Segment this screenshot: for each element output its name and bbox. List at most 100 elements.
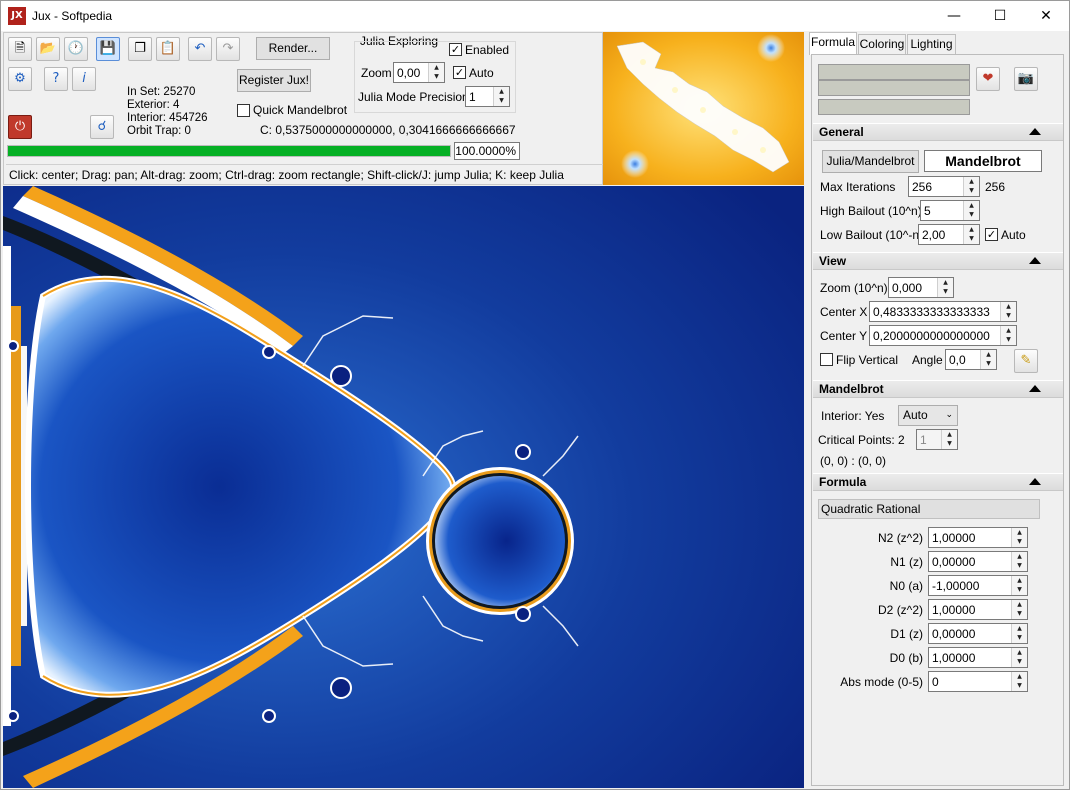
- spin-up-icon[interactable]: ▲: [964, 177, 979, 186]
- close-button[interactable]: ✕: [1023, 1, 1069, 31]
- collapse-icon[interactable]: [1029, 128, 1041, 135]
- formula-param-spinner[interactable]: 0 ▲ ▼: [928, 671, 1028, 692]
- high-bailout-spinner[interactable]: 5 ▲ ▼: [920, 200, 980, 221]
- julia-enabled-checkbox[interactable]: ✓: [449, 43, 462, 56]
- spin-up-icon[interactable]: ▲: [942, 430, 957, 439]
- spin-up-icon[interactable]: ▲: [1012, 552, 1027, 561]
- max-iterations-spinner[interactable]: 256 ▲ ▼: [908, 176, 980, 197]
- spin-arrows[interactable]: ▲ ▼: [1011, 624, 1027, 643]
- favorite-eye-icon[interactable]: ❤: [976, 67, 1000, 91]
- spin-arrows[interactable]: ▲ ▼: [1011, 648, 1027, 667]
- spin-down-icon[interactable]: ▼: [1012, 657, 1027, 666]
- center-y-spinner[interactable]: 0,2000000000000000 ▲ ▼: [869, 325, 1017, 346]
- flip-vertical-checkbox[interactable]: [820, 353, 833, 366]
- spin-arrows[interactable]: ▲ ▼: [963, 225, 979, 244]
- spin-down-icon[interactable]: ▼: [1001, 311, 1016, 320]
- spin-up-icon[interactable]: ▲: [1012, 528, 1027, 537]
- spin-down-icon[interactable]: ▼: [1012, 609, 1027, 618]
- reset-view-broom-icon[interactable]: ✎: [1014, 349, 1038, 373]
- fractal-canvas[interactable]: [3, 186, 804, 788]
- spin-arrows[interactable]: ▲ ▼: [941, 430, 957, 449]
- formula-param-spinner[interactable]: 0,00000 ▲ ▼: [928, 623, 1028, 644]
- spin-down-icon[interactable]: ▼: [1012, 561, 1027, 570]
- spin-arrows[interactable]: ▲ ▼: [1011, 600, 1027, 619]
- spin-up-icon[interactable]: ▲: [1012, 576, 1027, 585]
- spin-arrows[interactable]: ▲ ▼: [1000, 302, 1016, 321]
- julia-zoom-arrows[interactable]: ▲ ▼: [428, 63, 444, 82]
- minimize-button[interactable]: —: [931, 1, 977, 31]
- quick-mandelbrot-checkbox[interactable]: [237, 104, 250, 117]
- julia-auto-checkbox[interactable]: ✓: [453, 66, 466, 79]
- favorite-camera-icon[interactable]: 📷: [1014, 67, 1038, 91]
- julia-precision-spinner[interactable]: 1 ▲ ▼: [465, 86, 510, 107]
- undo-icon[interactable]: ↶: [188, 37, 212, 61]
- collapse-icon[interactable]: [1029, 385, 1041, 392]
- formula-param-spinner[interactable]: 1,00000 ▲ ▼: [928, 527, 1028, 548]
- section-view-header[interactable]: View: [813, 252, 1063, 270]
- spin-up-icon[interactable]: ▲: [1012, 648, 1027, 657]
- copy-icon[interactable]: ❐: [128, 37, 152, 61]
- spin-down-icon[interactable]: ▼: [494, 96, 509, 105]
- spin-arrows[interactable]: ▲ ▼: [1000, 326, 1016, 345]
- recent-files-icon[interactable]: 🕐: [64, 37, 88, 61]
- section-formula-header[interactable]: Formula: [813, 473, 1063, 491]
- info-icon[interactable]: i: [72, 67, 96, 91]
- spin-down-icon[interactable]: ▼: [1012, 537, 1027, 546]
- spin-up-icon[interactable]: ▲: [1012, 672, 1027, 681]
- section-general-header[interactable]: General: [813, 123, 1063, 141]
- collapse-icon[interactable]: [1029, 478, 1041, 485]
- spin-up-icon[interactable]: ▲: [429, 63, 444, 72]
- spin-up-icon[interactable]: ▲: [981, 350, 996, 359]
- spin-arrows[interactable]: ▲ ▼: [980, 350, 996, 369]
- spin-arrows[interactable]: ▲ ▼: [963, 177, 979, 196]
- maximize-button[interactable]: ☐: [977, 1, 1023, 31]
- spin-down-icon[interactable]: ▼: [1012, 633, 1027, 642]
- julia-mandelbrot-button[interactable]: Julia/Mandelbrot: [822, 150, 919, 173]
- formula-param-spinner[interactable]: -1,00000 ▲ ▼: [928, 575, 1028, 596]
- low-bailout-spinner[interactable]: 2,00 ▲ ▼: [918, 224, 980, 245]
- spin-up-icon[interactable]: ▲: [938, 278, 953, 287]
- power-icon[interactable]: ⏻: [8, 115, 32, 139]
- view-zoom-spinner[interactable]: 0,000 ▲ ▼: [888, 277, 954, 298]
- interior-dropdown[interactable]: Auto ⌄: [898, 405, 958, 426]
- spin-arrows[interactable]: ▲ ▼: [1011, 552, 1027, 571]
- open-folder-icon[interactable]: 📂: [36, 37, 60, 61]
- formula-param-spinner[interactable]: 1,00000 ▲ ▼: [928, 599, 1028, 620]
- spin-arrows[interactable]: ▲ ▼: [1011, 528, 1027, 547]
- center-x-spinner[interactable]: 0,4833333333333333 ▲ ▼: [869, 301, 1017, 322]
- save-icon[interactable]: 💾: [96, 37, 120, 61]
- magnifier-icon[interactable]: ☌: [90, 115, 114, 139]
- spin-up-icon[interactable]: ▲: [1001, 326, 1016, 335]
- spin-down-icon[interactable]: ▼: [964, 234, 979, 243]
- settings-gear-icon[interactable]: ⚙: [8, 67, 32, 91]
- preset-row-3[interactable]: [818, 99, 970, 115]
- paste-icon[interactable]: 📋: [156, 37, 180, 61]
- spin-down-icon[interactable]: ▼: [964, 186, 979, 195]
- spin-down-icon[interactable]: ▼: [938, 287, 953, 296]
- spin-arrows[interactable]: ▲ ▼: [1011, 672, 1027, 691]
- redo-icon[interactable]: ↷: [216, 37, 240, 61]
- spin-up-icon[interactable]: ▲: [1001, 302, 1016, 311]
- spin-arrows[interactable]: ▲ ▼: [963, 201, 979, 220]
- spin-down-icon[interactable]: ▼: [942, 439, 957, 448]
- render-button[interactable]: Render...: [256, 37, 330, 60]
- preset-row-2[interactable]: [818, 80, 970, 96]
- tab-formula[interactable]: Formula: [809, 32, 857, 55]
- new-file-icon[interactable]: 🗎: [8, 37, 32, 61]
- spin-arrows[interactable]: ▲ ▼: [937, 278, 953, 297]
- spin-down-icon[interactable]: ▼: [1012, 681, 1027, 690]
- register-button[interactable]: Register Jux!: [237, 69, 311, 92]
- spin-down-icon[interactable]: ▼: [964, 210, 979, 219]
- tab-lighting[interactable]: Lighting: [907, 34, 956, 54]
- section-mandelbrot-header[interactable]: Mandelbrot: [813, 380, 1063, 398]
- low-bailout-auto-checkbox[interactable]: ✓: [985, 228, 998, 241]
- formula-param-spinner[interactable]: 0,00000 ▲ ▼: [928, 551, 1028, 572]
- spin-arrows[interactable]: ▲ ▼: [1011, 576, 1027, 595]
- spin-down-icon[interactable]: ▼: [1001, 335, 1016, 344]
- spin-up-icon[interactable]: ▲: [964, 225, 979, 234]
- preset-row-1[interactable]: [818, 64, 970, 80]
- julia-precision-arrows[interactable]: ▲ ▼: [493, 87, 509, 106]
- julia-preview[interactable]: [603, 32, 804, 185]
- spin-down-icon[interactable]: ▼: [1012, 585, 1027, 594]
- spin-up-icon[interactable]: ▲: [964, 201, 979, 210]
